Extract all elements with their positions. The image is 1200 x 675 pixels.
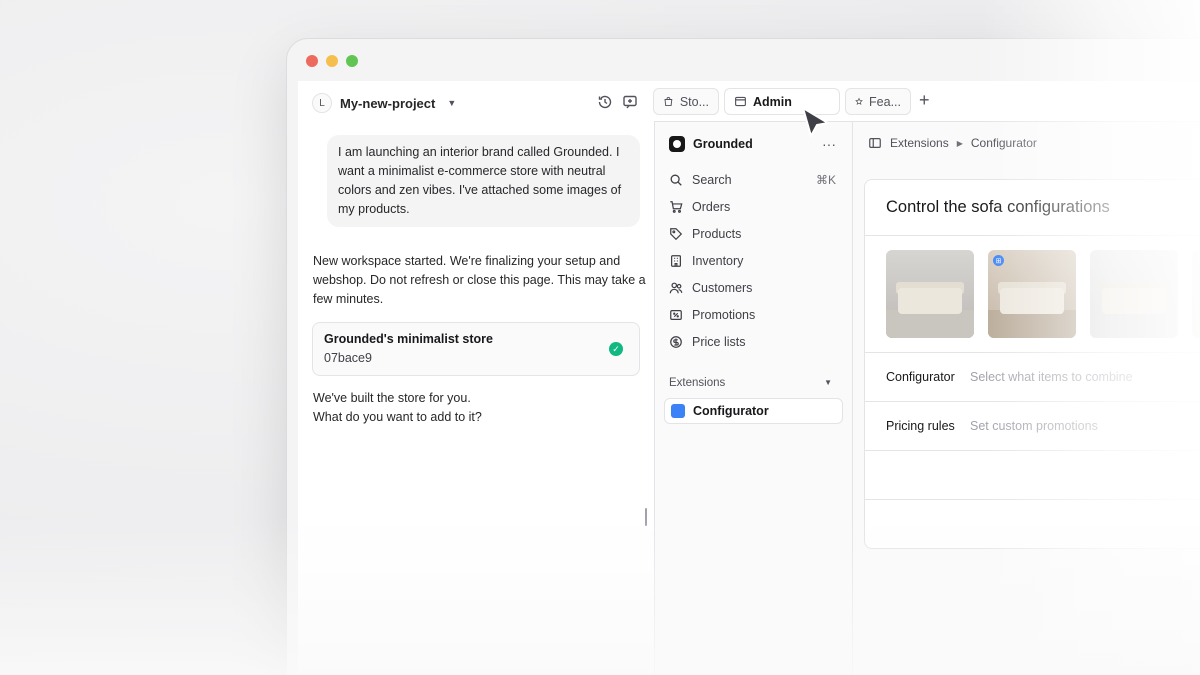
sidebar-item-customers[interactable]: Customers [669,281,752,295]
resize-handle[interactable] [645,508,647,526]
sidebar-toggle-icon[interactable] [868,136,882,150]
search-icon [670,174,682,186]
project-selector[interactable]: L My-new-project ▼ [312,93,456,113]
commit-card[interactable]: Grounded's minimalist store 07bace9 ✓ [312,322,640,376]
receipt-percent-icon [670,310,682,320]
page-title: Control the sofa configurations [886,198,1110,216]
avatar: L [312,93,332,113]
assistant-message-line: We've built the store for you. [313,391,471,405]
tab-label: Fea... [869,94,901,109]
project-name: My-new-project [340,95,436,111]
sidebar-item-orders[interactable]: Orders [669,200,730,214]
product-image[interactable] [1192,250,1200,338]
close-window-button[interactable] [306,55,318,67]
cart-icon [670,201,683,213]
commit-title: Grounded's minimalist store [324,332,493,346]
configurator-panel: Control the sofa configurations ⊞ Config… [864,179,1200,549]
window-icon [735,96,746,107]
commit-hash: 07bace9 [324,351,372,365]
users-icon [669,282,683,294]
tab-label: Admin [753,94,792,109]
breadcrumb-current: Configurator [970,136,1037,150]
user-message: I am launching an interior brand called … [327,135,640,227]
sidebar-item-label: Orders [692,200,731,214]
divider [865,401,1200,402]
add-tab-button[interactable]: + [919,90,930,111]
more-options-icon[interactable]: ··· [822,136,836,152]
minimize-window-button[interactable] [326,55,338,67]
chevron-down-icon[interactable]: ▼ [824,378,832,387]
cursor-pointer-icon [802,107,829,137]
check-circle-icon: ✓ [609,342,623,356]
tag-icon [670,228,683,241]
sidebar-item-inventory[interactable]: Inventory [669,254,743,268]
configurator-icon [671,404,685,418]
product-image[interactable]: ⊞ [988,250,1076,338]
breadcrumb: Extensions ▶ Configurator [868,136,1037,150]
sidebar-item-search[interactable]: Search [669,173,732,187]
bag-icon [664,97,673,107]
store-logo [669,136,685,152]
product-image[interactable] [1090,250,1178,338]
row-description: Set custom promotions [970,419,1098,433]
building-icon [671,255,681,267]
breadcrumb-link[interactable]: Extensions [890,136,949,150]
divider [865,235,1200,236]
sidebar-item-configurator[interactable]: Configurator [664,398,843,424]
section-heading: Extensions [669,377,726,389]
divider [865,499,1200,500]
window-controls [306,55,358,67]
admin-view: Grounded ··· Search ⌘K Orders Products I… [654,121,1200,675]
row-description: Select what items to combine [970,370,1133,384]
admin-main: Extensions ▶ Configurator Control the so… [854,122,1200,675]
tab-label: Sto... [679,94,709,109]
assistant-message-line: What do you want to add to it? [313,410,482,424]
sidebar-item-label: Price lists [692,335,746,349]
badge-icon: ⊞ [993,255,1004,266]
sidebar-item-label: Customers [692,281,753,295]
sidebar-item-label: Products [692,227,742,241]
assistant-message: New workspace started. We're finalizing … [313,254,646,306]
row-label[interactable]: Pricing rules [886,419,955,433]
product-image[interactable] [886,250,974,338]
chevron-right-icon: ▶ [956,138,963,148]
sidebar-item-promotions[interactable]: Promotions [669,308,755,322]
maximize-window-button[interactable] [346,55,358,67]
sidebar-item-label: Inventory [692,254,744,268]
row-label[interactable]: Configurator [886,370,955,384]
sidebar-item-label: Search [692,173,732,187]
tab-features[interactable]: Fea... [845,88,911,115]
chat-panel: L My-new-project ▼ I am launching an int… [298,81,654,675]
admin-sidebar: Grounded ··· Search ⌘K Orders Products I… [655,122,853,675]
search-shortcut: ⌘K [815,173,836,187]
divider [865,352,1200,353]
sidebar-item-label: Configurator [693,404,769,418]
new-chat-icon[interactable] [622,94,638,110]
store-switcher[interactable]: Grounded [669,136,753,152]
store-name: Grounded [693,137,753,151]
divider [865,450,1200,451]
sidebar-item-price-lists[interactable]: Price lists [669,335,745,349]
history-icon[interactable] [597,94,613,110]
currency-icon [670,336,682,348]
tab-store[interactable]: Sto... [653,88,719,115]
tab-bar: Sto... Admin Fea... + [653,81,1200,121]
star-icon [855,97,863,105]
app-window: L My-new-project ▼ I am launching an int… [286,38,1200,675]
sidebar-item-label: Promotions [692,308,756,322]
sidebar-item-products[interactable]: Products [669,227,741,241]
chevron-down-icon: ▼ [447,98,457,108]
